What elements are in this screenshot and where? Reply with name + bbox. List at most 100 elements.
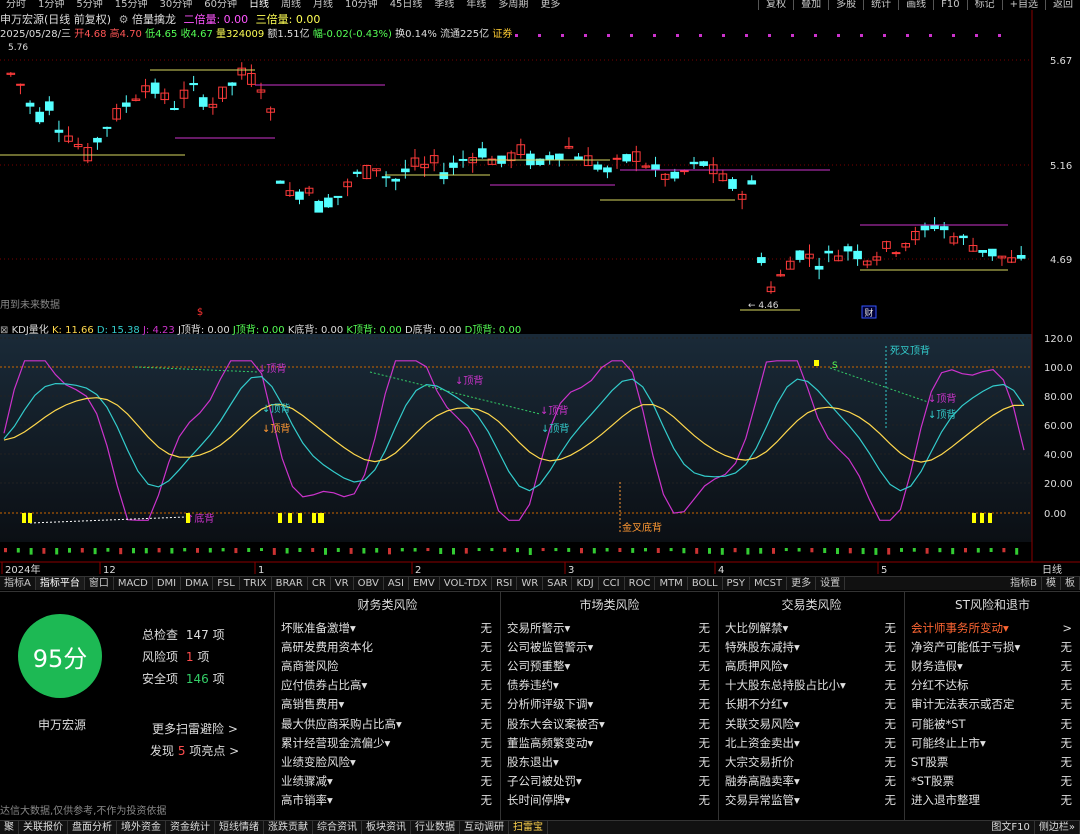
indicator-tab-25[interactable]: 更多: [787, 577, 817, 590]
indicator-tab-7[interactable]: TRIX: [240, 577, 272, 590]
kdj-chart-svg[interactable]: 120.0 100.0 80.00 60.00 40.00 20.00 0.00 ↓顶背 ↓顶背…: [0, 320, 1080, 576]
period-tab-14[interactable]: 更多: [534, 0, 566, 10]
indicator-tab-19[interactable]: CCI: [599, 577, 625, 590]
risk-row[interactable]: 股东退出▾ 无: [501, 752, 718, 771]
risk-row[interactable]: 累计经营现金流偏少▾ 无: [275, 733, 500, 752]
risk-row[interactable]: 债券违约▾ 无: [501, 676, 718, 695]
period-tool-3[interactable]: 统计: [863, 0, 898, 10]
risk-row[interactable]: 高研发费用资本化 无: [275, 637, 500, 656]
indicator-tab-6[interactable]: FSL: [213, 577, 240, 590]
risk-row[interactable]: 分析师评级下调▾ 无: [501, 695, 718, 714]
indicator-tab-2[interactable]: 窗口: [85, 577, 114, 590]
risk-row[interactable]: 进入退市整理 无: [905, 791, 1080, 810]
indicator-tab-0[interactable]: 指标A: [0, 577, 36, 590]
period-tab-13[interactable]: 多周期: [492, 0, 534, 10]
more-scan-link[interactable]: 更多扫雷避险 >: [152, 720, 238, 737]
risk-row[interactable]: 净资产可能低于亏损▾ 无: [905, 637, 1080, 656]
risk-row[interactable]: 业绩变脸风险▾ 无: [275, 752, 500, 771]
period-tool-7[interactable]: +自选: [1001, 0, 1045, 10]
risk-row[interactable]: 关联交易风险▾ 无: [719, 714, 904, 733]
indicator-tab-right-1[interactable]: 模: [1042, 577, 1061, 590]
kdj-close-icon[interactable]: ⊠: [0, 325, 8, 336]
footer-tab-0[interactable]: 聚: [0, 821, 19, 834]
indicator-tab-26[interactable]: 设置: [816, 577, 846, 590]
risk-row[interactable]: 十大股东总持股占比小▾ 无: [719, 676, 904, 695]
highlights-link[interactable]: 发现 5 项亮点 >: [150, 742, 239, 759]
footer-tab-11[interactable]: 扫雷宝: [509, 821, 548, 834]
indicator-tab-15[interactable]: RSI: [492, 577, 518, 590]
indicator-tab-11[interactable]: OBV: [354, 577, 384, 590]
risk-row[interactable]: 融券高融卖率▾ 无: [719, 772, 904, 791]
indicator-tab-17[interactable]: SAR: [543, 577, 573, 590]
risk-row[interactable]: 高商誉风险 无: [275, 656, 500, 675]
indicator-tab-13[interactable]: EMV: [409, 577, 440, 590]
period-tab-9[interactable]: 10分钟: [339, 0, 384, 10]
risk-row[interactable]: 公司被监管警示▾ 无: [501, 637, 718, 656]
period-tool-1[interactable]: 叠加: [793, 0, 828, 10]
indicator-tab-right-2[interactable]: 板: [1061, 577, 1080, 590]
risk-row[interactable]: 分红不达标 无: [905, 676, 1080, 695]
footer-tab-1[interactable]: 关联报价: [19, 821, 68, 834]
risk-row[interactable]: 大比例解禁▾ 无: [719, 618, 904, 637]
risk-row[interactable]: 大宗交易折价 无: [719, 752, 904, 771]
indicator-tab-4[interactable]: DMI: [153, 577, 182, 590]
period-tab-8[interactable]: 月线: [307, 0, 339, 10]
period-tab-12[interactable]: 年线: [460, 0, 492, 10]
period-tab-4[interactable]: 30分钟: [153, 0, 198, 10]
risk-row[interactable]: 应付债券占比高▾ 无: [275, 676, 500, 695]
footer-right-1[interactable]: 侧边栏»: [1035, 821, 1080, 834]
footer-tab-9[interactable]: 行业数据: [411, 821, 460, 834]
quote-tag[interactable]: 证券: [492, 29, 512, 40]
risk-row[interactable]: 交易异常监管▾ 无: [719, 791, 904, 810]
indicator-tab-22[interactable]: BOLL: [688, 577, 723, 590]
risk-row[interactable]: 董监高频繁变动▾ 无: [501, 733, 718, 752]
indicator-tab-1[interactable]: 指标平台: [35, 577, 85, 590]
risk-row[interactable]: 股东大会议案被否▾ 无: [501, 714, 718, 733]
footer-tab-5[interactable]: 短线情绪: [215, 821, 264, 834]
risk-row[interactable]: 可能被*ST 无: [905, 714, 1080, 733]
indicator-tab-20[interactable]: ROC: [625, 577, 656, 590]
risk-row[interactable]: 高市销率▾ 无: [275, 791, 500, 810]
period-tab-1[interactable]: 1分钟: [32, 0, 70, 10]
indicator-tab-3[interactable]: MACD: [114, 577, 153, 590]
risk-row[interactable]: 财务造假▾ 无: [905, 656, 1080, 675]
risk-row[interactable]: 最大供应商采购占比高▾ 无: [275, 714, 500, 733]
risk-row[interactable]: 高质押风险▾ 无: [719, 656, 904, 675]
risk-row[interactable]: 业绩骤减▾ 无: [275, 772, 500, 791]
period-tab-2[interactable]: 5分钟: [70, 0, 108, 10]
indicator-tab-12[interactable]: ASI: [384, 577, 409, 590]
period-tool-5[interactable]: F10: [933, 0, 966, 10]
risk-row[interactable]: 子公司被处罚▾ 无: [501, 772, 718, 791]
risk-row[interactable]: *ST股票 无: [905, 772, 1080, 791]
period-tab-7[interactable]: 周线: [275, 0, 307, 10]
period-tool-6[interactable]: 标记: [966, 0, 1002, 10]
risk-row[interactable]: 审计无法表示或否定 无: [905, 695, 1080, 714]
risk-row[interactable]: 公司预重整▾ 无: [501, 656, 718, 675]
indicator-tab-8[interactable]: BRAR: [272, 577, 308, 590]
indicator-tab-10[interactable]: VR: [331, 577, 354, 590]
period-tab-3[interactable]: 15分钟: [109, 0, 154, 10]
kdj-chart[interactable]: 120.0 100.0 80.00 60.00 40.00 20.00 0.00 ↓顶背 ↓顶背…: [0, 320, 1080, 576]
risk-row[interactable]: 可能终止上市▾ 无: [905, 733, 1080, 752]
period-tab-5[interactable]: 60分钟: [198, 0, 243, 10]
risk-row[interactable]: 高销售费用▾ 无: [275, 695, 500, 714]
period-tab-10[interactable]: 45日线: [384, 0, 429, 10]
indicator-tab-16[interactable]: WR: [517, 577, 544, 590]
footer-tab-6[interactable]: 涨跌贡献: [264, 821, 313, 834]
indicator-tab-24[interactable]: MCST: [750, 577, 788, 590]
indicator-tab-23[interactable]: PSY: [723, 577, 751, 590]
indicator-tab-14[interactable]: VOL-TDX: [440, 577, 493, 590]
risk-row[interactable]: 长时间停牌▾ 无: [501, 791, 718, 810]
risk-row[interactable]: 特殊股东减持▾ 无: [719, 637, 904, 656]
risk-row[interactable]: 长期不分红▾ 无: [719, 695, 904, 714]
indicator-tab-21[interactable]: MTM: [655, 577, 688, 590]
footer-tab-4[interactable]: 资金统计: [166, 821, 215, 834]
price-chart[interactable]: 5.67 5.16 4.69 5.76 ← 4.46 财 $: [0, 10, 1080, 320]
footer-tab-2[interactable]: 盘面分析: [68, 821, 117, 834]
risk-row[interactable]: ST股票 无: [905, 752, 1080, 771]
indicator-tab-18[interactable]: KDJ: [572, 577, 599, 590]
indicator-tab-5[interactable]: DMA: [181, 577, 214, 590]
risk-row[interactable]: 坏账准备激增▾ 无: [275, 618, 500, 637]
risk-row[interactable]: 会计师事务所变动▾ >: [905, 618, 1080, 637]
footer-tab-8[interactable]: 板块资讯: [362, 821, 411, 834]
